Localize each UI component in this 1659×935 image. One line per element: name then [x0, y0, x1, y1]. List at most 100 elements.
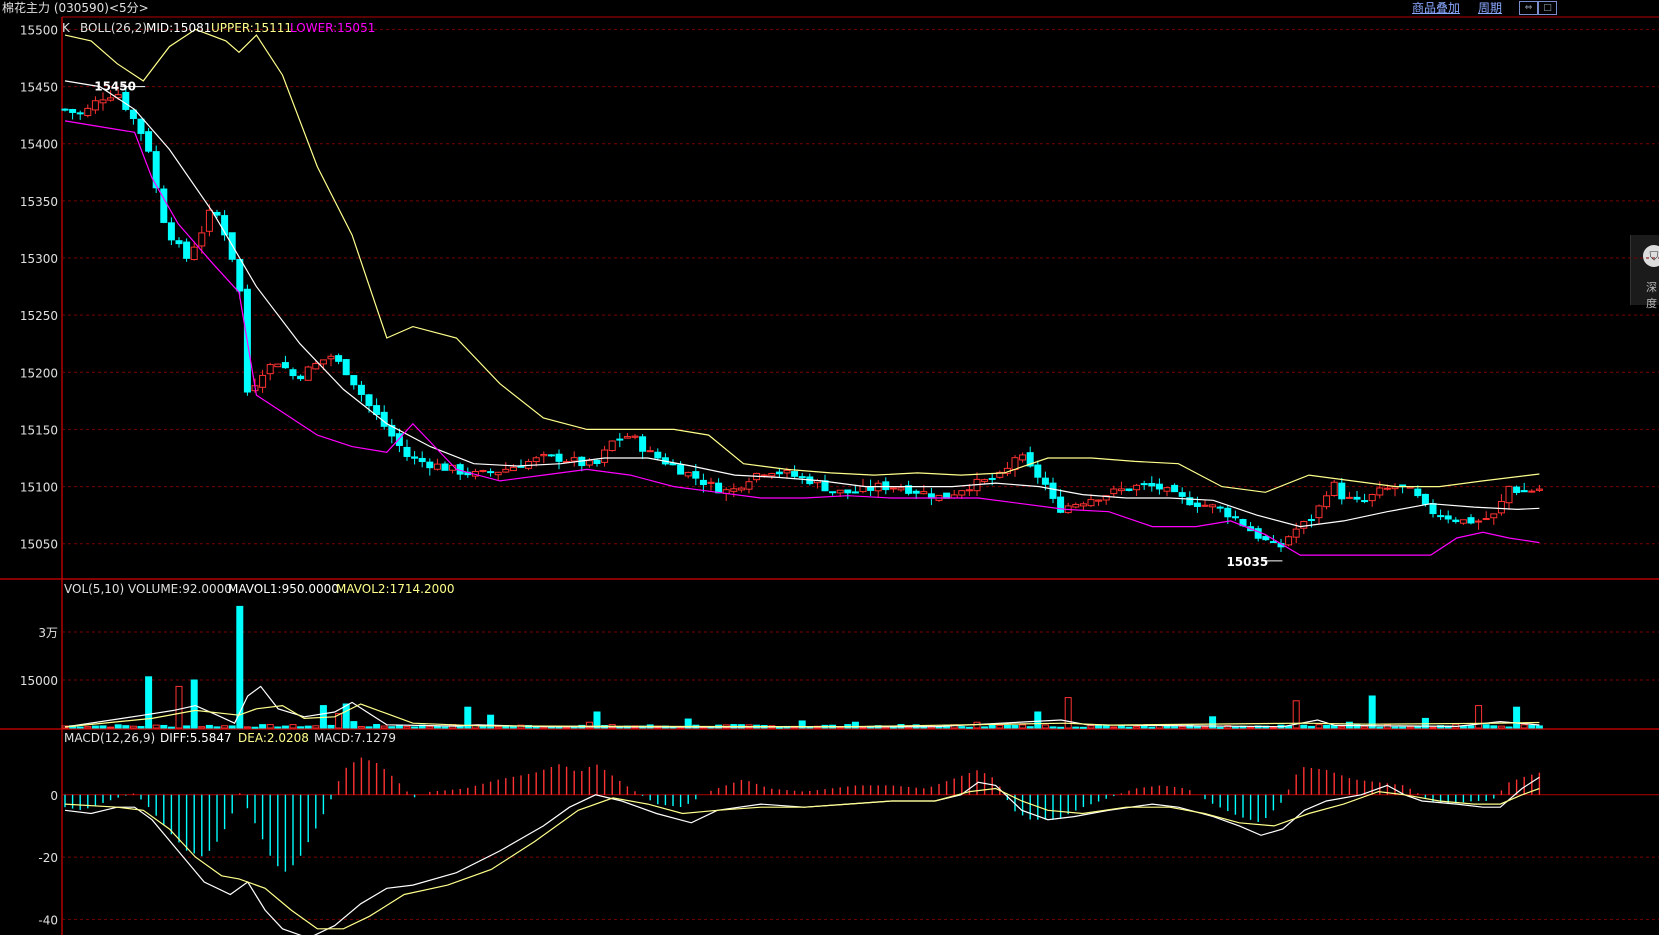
vol-y-tick-label: 3万 [38, 626, 58, 640]
candle-body [411, 456, 419, 459]
candle-body [433, 463, 441, 470]
candle-body [1285, 536, 1293, 546]
volume-bar [1391, 726, 1399, 729]
axis-labels: 15500 15450 15400 15350 15300 15250 15200 15150… [20, 23, 58, 927]
candle-body [1140, 483, 1148, 486]
volume-bar [236, 605, 244, 729]
candle-body [418, 457, 426, 463]
volume-bar [593, 711, 601, 729]
volume-bar [426, 725, 434, 729]
volume-bar [411, 726, 419, 729]
volume-bar [1133, 726, 1141, 729]
volume-bar [1148, 726, 1156, 729]
k-y-tick-label: 15150 [20, 423, 58, 437]
candle-body [1452, 519, 1460, 523]
candle-body [76, 112, 84, 115]
macd-pane [64, 757, 1541, 935]
boll-lower-line [64, 120, 1540, 556]
candle-body [1072, 503, 1080, 508]
volume-bar [373, 724, 381, 729]
k-legend-boll: BOLL(26,2) [80, 21, 147, 35]
candle-body [555, 453, 563, 462]
volume-bar [1201, 726, 1209, 729]
k-y-tick-label: 15200 [20, 366, 58, 380]
volume-bar [1361, 725, 1369, 729]
candle-body [1254, 528, 1262, 539]
volume-bar [1406, 726, 1414, 729]
candle-body [677, 464, 685, 475]
candle-body [84, 107, 92, 117]
vol-legend-mavol1: MAVOL1:950.0000 [228, 582, 339, 596]
candle-body [403, 446, 411, 457]
k-y-tick-label: 15500 [20, 23, 58, 37]
volume-bar [1171, 726, 1179, 729]
candle-body [479, 469, 487, 472]
candle-body [745, 481, 753, 490]
k-pane: 15450 15035 [61, 28, 1543, 569]
volume-bar [99, 725, 107, 729]
volume-bar [1247, 726, 1255, 729]
candle-body [631, 435, 639, 438]
candle-body [608, 440, 616, 452]
candle-body [1520, 490, 1528, 493]
candle-body [1368, 494, 1376, 502]
volume-bar [114, 724, 122, 729]
boll-upper-line [64, 28, 1540, 493]
volume-bar [84, 726, 92, 729]
candle-body [616, 438, 624, 441]
candle-body [1391, 486, 1399, 490]
volume-bar [1497, 725, 1505, 729]
volume-bar [365, 726, 373, 729]
volume-bar [266, 724, 274, 729]
candle-body [167, 222, 175, 241]
candle-body [1467, 517, 1475, 524]
volume-bar [1041, 724, 1049, 729]
macd-legend-diff: DIFF:5.5847 [160, 731, 232, 745]
candle-body [547, 454, 555, 457]
volume-bar [1307, 725, 1315, 729]
candle-body [327, 355, 335, 360]
candle-body [965, 489, 973, 492]
candle-body [304, 366, 312, 381]
volume-bar [1034, 711, 1042, 729]
candle-body [821, 480, 829, 492]
candle-body [1323, 495, 1331, 508]
volume-bar [1490, 725, 1498, 729]
volume-bar [175, 685, 183, 729]
macd-diff-line [64, 776, 1540, 935]
volume-bar [122, 725, 130, 729]
volume-bar [76, 726, 84, 729]
k-legend-mid: MID:15081 [146, 21, 211, 35]
k-y-tick-label: 15250 [20, 309, 58, 323]
volume-bar [1338, 726, 1346, 729]
volume-bar [1216, 726, 1224, 729]
candle-body [129, 109, 137, 119]
volume-bar [259, 724, 267, 729]
candle-body [365, 394, 373, 407]
candle-body [1269, 541, 1277, 544]
volume-bar [388, 726, 396, 729]
volume-bar [965, 726, 973, 729]
candle-body [297, 375, 305, 380]
volume-bar [350, 721, 358, 729]
candle-body [1216, 506, 1224, 509]
candle-body [707, 481, 715, 484]
candle-body [1338, 482, 1346, 500]
volume-bar [403, 725, 411, 729]
futures-chart[interactable]: 15500 15450 15400 15350 15300 15250 15200 15150… [0, 0, 1659, 935]
candle-body [1110, 488, 1118, 495]
volume-bar [160, 724, 168, 729]
volume-bar [213, 726, 221, 729]
volume-bar [1163, 725, 1171, 729]
candle-body [889, 487, 897, 490]
candle-body [1148, 482, 1156, 487]
candle-body [1155, 483, 1163, 490]
candle-body [844, 489, 852, 494]
candle-body [1490, 513, 1498, 519]
candle-body [1330, 481, 1338, 496]
candle-body [1353, 496, 1361, 500]
candle-body [1087, 499, 1095, 507]
candle-body [1049, 482, 1057, 499]
candle-body [981, 479, 989, 483]
candle-body [183, 241, 191, 259]
